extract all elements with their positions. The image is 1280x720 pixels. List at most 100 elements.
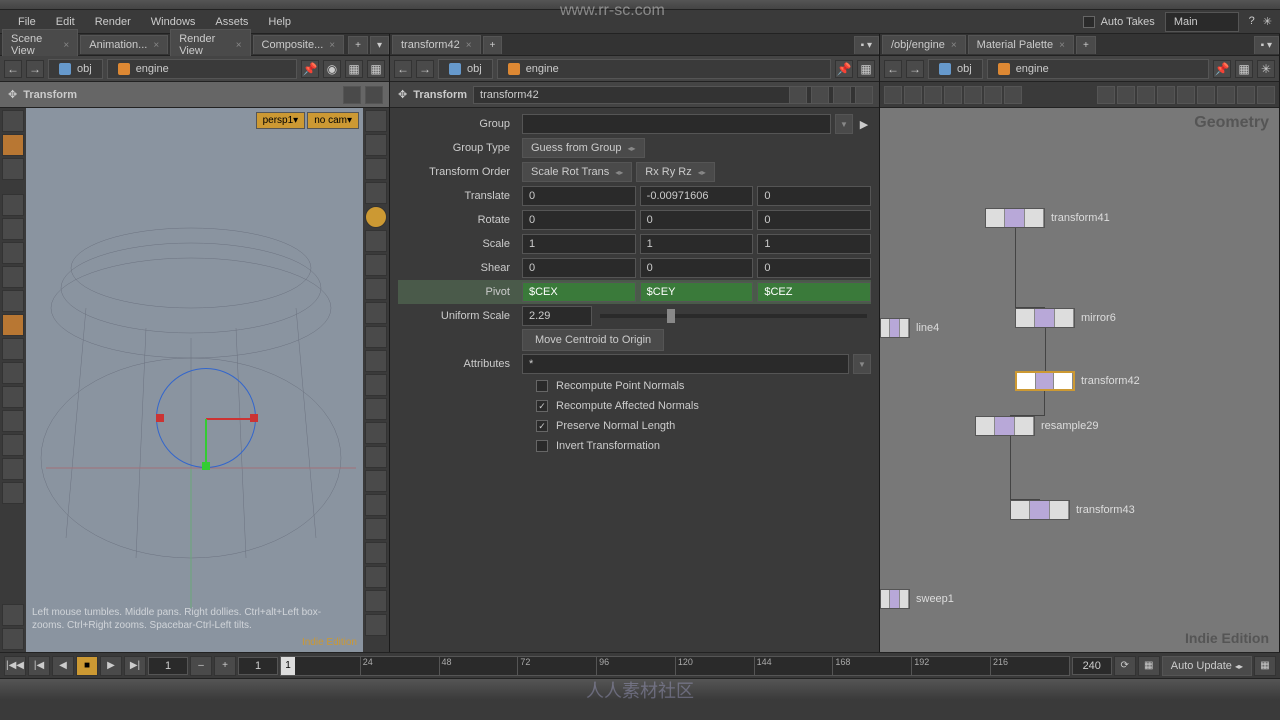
options-icon[interactable] <box>343 86 361 104</box>
node-line4[interactable]: line4 <box>880 318 939 338</box>
field-rotate-y[interactable]: 0 <box>640 210 754 230</box>
range-lock-button[interactable]: + <box>214 656 236 676</box>
tab-composite[interactable]: Composite...× <box>253 35 345 54</box>
tab-transform42[interactable]: transform42× <box>392 35 481 54</box>
add-tab-button[interactable]: + <box>483 36 503 54</box>
close-icon[interactable]: × <box>329 40 335 51</box>
last-frame-button[interactable]: ▶| <box>124 656 146 676</box>
view-icon[interactable] <box>1197 86 1215 104</box>
nav-back-button[interactable]: ← <box>394 60 412 78</box>
field-pivot-z[interactable]: $CEZ <box>757 282 871 302</box>
playhead[interactable]: 1 <box>281 657 295 675</box>
add-tab-button[interactable]: + <box>348 36 368 54</box>
display-tool[interactable] <box>365 326 387 348</box>
help-icon[interactable]: ? <box>1249 15 1255 28</box>
tab-menu-button[interactable]: ▪ ▾ <box>854 36 879 54</box>
brush-icon[interactable] <box>365 422 387 444</box>
display-tool[interactable] <box>365 110 387 132</box>
view-icon[interactable] <box>1117 86 1135 104</box>
tab-menu-button[interactable]: ▪ ▾ <box>1254 36 1279 54</box>
snap-tool[interactable] <box>2 410 24 432</box>
close-icon[interactable]: × <box>951 40 957 51</box>
view-icon[interactable] <box>1257 86 1275 104</box>
display-tool[interactable] <box>365 134 387 156</box>
viewport-3d[interactable]: persp1▾ no cam▾ <box>26 108 363 652</box>
close-icon[interactable]: × <box>236 40 242 51</box>
timeline-ruler[interactable]: 1 24487296120144168192216 <box>280 656 1070 676</box>
view-icon[interactable] <box>1097 86 1115 104</box>
check-invert-transform[interactable]: Invert Transformation <box>398 436 871 456</box>
gear-icon[interactable] <box>789 86 807 104</box>
node-transform41[interactable]: transform41 <box>985 208 1110 228</box>
tool-icon[interactable]: ▦ <box>1235 60 1253 78</box>
layout-icon[interactable] <box>944 86 962 104</box>
display-tool[interactable] <box>365 470 387 492</box>
settings-icon[interactable]: ✳ <box>1263 15 1272 28</box>
display-tool[interactable] <box>365 542 387 564</box>
close-icon[interactable]: × <box>466 40 472 51</box>
display-tool[interactable] <box>365 446 387 468</box>
tool[interactable] <box>2 242 24 264</box>
layout-icon[interactable] <box>1004 86 1022 104</box>
lock-icon[interactable] <box>365 158 387 180</box>
close-icon[interactable]: × <box>1059 40 1065 51</box>
nav-forward-button[interactable]: → <box>416 60 434 78</box>
field-scale-y[interactable]: 1 <box>640 234 754 254</box>
field-attributes[interactable]: * <box>522 354 849 374</box>
move-centroid-button[interactable]: Move Centroid to Origin <box>522 329 664 351</box>
node-sweep1[interactable]: sweep1 <box>880 589 954 609</box>
field-rotate-x[interactable]: 0 <box>522 210 636 230</box>
tool[interactable] <box>2 604 24 626</box>
add-tab-button[interactable]: + <box>1076 36 1096 54</box>
layout-icon[interactable] <box>924 86 942 104</box>
node-mirror6[interactable]: mirror6 <box>1015 308 1116 328</box>
display-tool[interactable] <box>365 278 387 300</box>
tool-icon[interactable]: ▦ <box>857 60 875 78</box>
view-icon[interactable] <box>1217 86 1235 104</box>
snap-tool[interactable] <box>2 386 24 408</box>
search-icon[interactable] <box>1237 86 1255 104</box>
nav-back-button[interactable]: ← <box>4 60 22 78</box>
range-lock-button[interactable]: – <box>190 656 212 676</box>
field-shear-y[interactable]: 0 <box>640 258 754 278</box>
tool-icon[interactable]: ▦ <box>367 60 385 78</box>
tool[interactable] <box>2 338 24 360</box>
tool[interactable] <box>2 158 24 180</box>
take-dropdown[interactable]: Main <box>1165 12 1239 32</box>
dropdown-transform-order[interactable]: Scale Rot Trans◂▸ <box>522 162 632 182</box>
layout-icon[interactable] <box>904 86 922 104</box>
arrow-tool[interactable] <box>2 194 24 216</box>
close-icon[interactable]: × <box>63 40 69 51</box>
view-mode-icon[interactable]: ◉ <box>323 60 341 78</box>
field-group[interactable] <box>522 114 831 134</box>
tool[interactable] <box>2 290 24 312</box>
display-tool[interactable] <box>365 182 387 204</box>
path-obj[interactable]: obj <box>48 59 103 79</box>
play-back-button[interactable]: ◀ <box>52 656 74 676</box>
field-rotate-z[interactable]: 0 <box>757 210 871 230</box>
stop-button[interactable]: ■ <box>76 656 98 676</box>
field-uniform-scale[interactable]: 2.29 <box>522 306 592 326</box>
display-tool[interactable] <box>365 302 387 324</box>
snap-tool[interactable] <box>2 434 24 456</box>
layout-icon[interactable] <box>884 86 902 104</box>
help-icon[interactable] <box>855 86 873 104</box>
path-engine[interactable]: engine <box>107 59 297 79</box>
field-scale-z[interactable]: 1 <box>757 234 871 254</box>
layout-icon[interactable] <box>984 86 1002 104</box>
node-resample29[interactable]: resample29 <box>975 416 1098 436</box>
transform-gizmo[interactable] <box>146 358 266 478</box>
snap-tool[interactable] <box>2 362 24 384</box>
arrow-icon[interactable]: ▶ <box>857 118 871 131</box>
tool[interactable] <box>2 182 24 192</box>
tool-button[interactable]: ▦ <box>1138 656 1160 676</box>
display-tool[interactable] <box>365 590 387 612</box>
nav-back-button[interactable]: ← <box>884 60 902 78</box>
close-icon[interactable]: × <box>153 40 159 51</box>
check-recompute-affected[interactable]: ✓Recompute Affected Normals <box>398 396 871 416</box>
field-shear-z[interactable]: 0 <box>757 258 871 278</box>
transform-tool[interactable] <box>2 134 24 156</box>
tool[interactable] <box>2 482 24 504</box>
display-tool[interactable] <box>365 254 387 276</box>
prev-key-button[interactable]: |◀ <box>28 656 50 676</box>
